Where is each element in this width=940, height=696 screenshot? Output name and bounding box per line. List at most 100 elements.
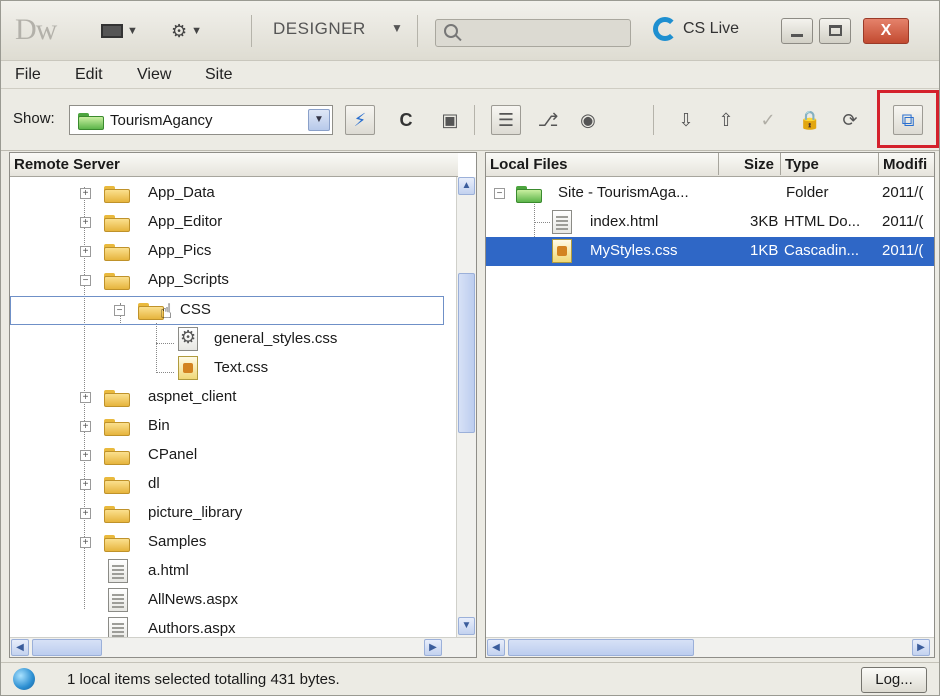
tree-item-a-html[interactable]: a.html [10,557,450,586]
cs-live-button[interactable]: CS Live [653,17,739,41]
globe-icon: ◉ [580,109,596,130]
collapse-icon[interactable]: − [494,188,505,199]
log-button[interactable]: Log... [861,667,927,693]
repository-view-button[interactable]: ⎇ [533,105,563,135]
folder-icon [104,475,130,494]
size-header[interactable]: Size [718,153,778,175]
folder-icon [104,446,130,465]
menu-edit[interactable]: Edit [75,66,103,84]
expand-icon[interactable]: + [80,217,91,228]
status-text: 1 local items selected totalling 431 byt… [67,671,340,688]
remote-server-header[interactable]: Remote Server [14,156,120,173]
scroll-left-icon[interactable]: ◀ [11,639,29,656]
local-row-index[interactable]: index.html 3KB HTML Do... 2011/( [486,208,934,237]
site-select[interactable]: TourismAgancy ▼ [69,105,333,135]
tree-item-picture-library[interactable]: + picture_library [10,499,450,528]
check-out-button[interactable]: ✓ [753,105,783,135]
chevron-down-icon[interactable]: ▼ [308,109,330,131]
scroll-left-icon[interactable]: ◀ [487,639,505,656]
expand-icon[interactable]: + [80,188,91,199]
tree-item-label: dl [148,475,160,492]
scroll-up-icon[interactable]: ▲ [458,177,475,195]
search-icon [444,24,458,38]
tree-item-label: general_styles.css [214,330,338,347]
tree-item-allnews[interactable]: AllNews.aspx [10,586,450,615]
connect-button[interactable]: ⚡ [345,105,375,135]
collapse-icon[interactable]: − [114,305,125,316]
expand-icon[interactable]: + [80,508,91,519]
tree-item-app-pics[interactable]: + App_Pics [10,237,450,266]
html-file-icon [552,210,572,234]
collapse-icon[interactable]: − [80,275,91,286]
remote-horizontal-scrollbar[interactable]: ◀ ▶ [10,637,476,657]
workspace-switcher[interactable]: DESIGNER [273,19,366,39]
server-view-button[interactable]: ◉ [573,105,603,135]
chevron-down-icon: ▼ [127,25,138,37]
css-file-icon [178,356,198,380]
site-select-value: TourismAgancy [110,111,213,129]
local-row-site[interactable]: − Site - TourismAga... Folder 2011/( [486,179,934,208]
branch-icon: ⎇ [537,109,559,130]
sync-icon: ⟳ [842,109,858,130]
menu-file[interactable]: File [15,66,41,84]
refresh-button[interactable]: C [391,105,421,135]
local-horizontal-scrollbar[interactable]: ◀ ▶ [486,637,934,657]
tree-item-cpanel[interactable]: + CPanel [10,441,450,470]
tree-item-app-scripts[interactable]: − App_Scripts [10,266,450,295]
tree-item-bin[interactable]: + Bin [10,412,450,441]
globe-icon [13,668,35,690]
expand-icon[interactable]: + [80,421,91,432]
scroll-right-icon[interactable]: ▶ [912,639,930,656]
lock-icon: 🔒 [798,109,822,130]
testing-server-button[interactable]: ☰ [491,105,521,135]
tree-item-app-data[interactable]: + App_Data [10,179,450,208]
css-file-icon [552,239,572,263]
local-files-header[interactable]: Local Files [490,156,568,173]
search-input[interactable] [435,19,631,47]
remote-vertical-scrollbar[interactable]: ▲ ▼ [456,177,476,637]
tree-item-authors[interactable]: Authors.aspx [10,615,450,637]
expand-icon[interactable]: + [80,537,91,548]
tree-item-label: AllNews.aspx [148,591,239,608]
menu-view[interactable]: View [137,66,171,84]
folder-icon [104,213,130,232]
tree-item-general-styles[interactable]: general_styles.css [10,325,450,354]
expand-icon[interactable]: + [80,392,91,403]
minimize-button[interactable] [781,18,813,44]
tree-item-css[interactable]: − ☝ CSS [10,296,450,325]
tree-item-label: App_Data [148,184,215,201]
folder-icon [104,242,130,261]
chevron-down-icon[interactable]: ▼ [391,21,403,35]
extend-menu-button[interactable]: ⚙ ▼ [171,17,202,45]
tree-item-text-css[interactable]: Text.css [10,354,450,383]
expand-icon[interactable]: + [80,479,91,490]
scroll-thumb[interactable] [458,273,475,433]
synchronize-button[interactable]: ⟳ [835,105,865,135]
tree-item-dl[interactable]: + dl [10,470,450,499]
selected-row[interactable]: MyStyles.css 1KB Cascadin... 2011/( [486,237,934,266]
expand-icon[interactable]: + [80,246,91,257]
scroll-thumb[interactable] [508,639,694,656]
maximize-button[interactable] [819,18,851,44]
tree-item-label: Bin [148,417,170,434]
tree-item-label: Text.css [214,359,269,376]
remote-server-panel: Remote Server + App_Data + App_Editor + … [9,152,477,658]
close-button[interactable]: X [863,18,909,44]
scroll-down-icon[interactable]: ▼ [458,617,475,635]
put-files-button[interactable]: ⇧ [711,105,741,135]
type-header[interactable]: Type [780,153,876,175]
tree-item-samples[interactable]: + Samples [10,528,450,557]
scroll-thumb[interactable] [32,639,102,656]
file-modified: 2011/( [882,213,924,230]
expand-icon[interactable]: + [80,450,91,461]
check-in-button[interactable]: 🔒 [795,105,825,135]
modified-header[interactable]: Modifi [878,153,934,175]
tree-item-app-editor[interactable]: + App_Editor [10,208,450,237]
chevron-down-icon: ▼ [191,25,203,37]
menu-site[interactable]: Site [205,66,233,84]
scroll-right-icon[interactable]: ▶ [424,639,442,656]
get-files-button[interactable]: ⇩ [671,105,701,135]
layout-menu-button[interactable]: ▼ [101,17,138,45]
view-site-files-button[interactable]: ▣ [435,105,465,135]
tree-item-aspnet-client[interactable]: + aspnet_client [10,383,450,412]
